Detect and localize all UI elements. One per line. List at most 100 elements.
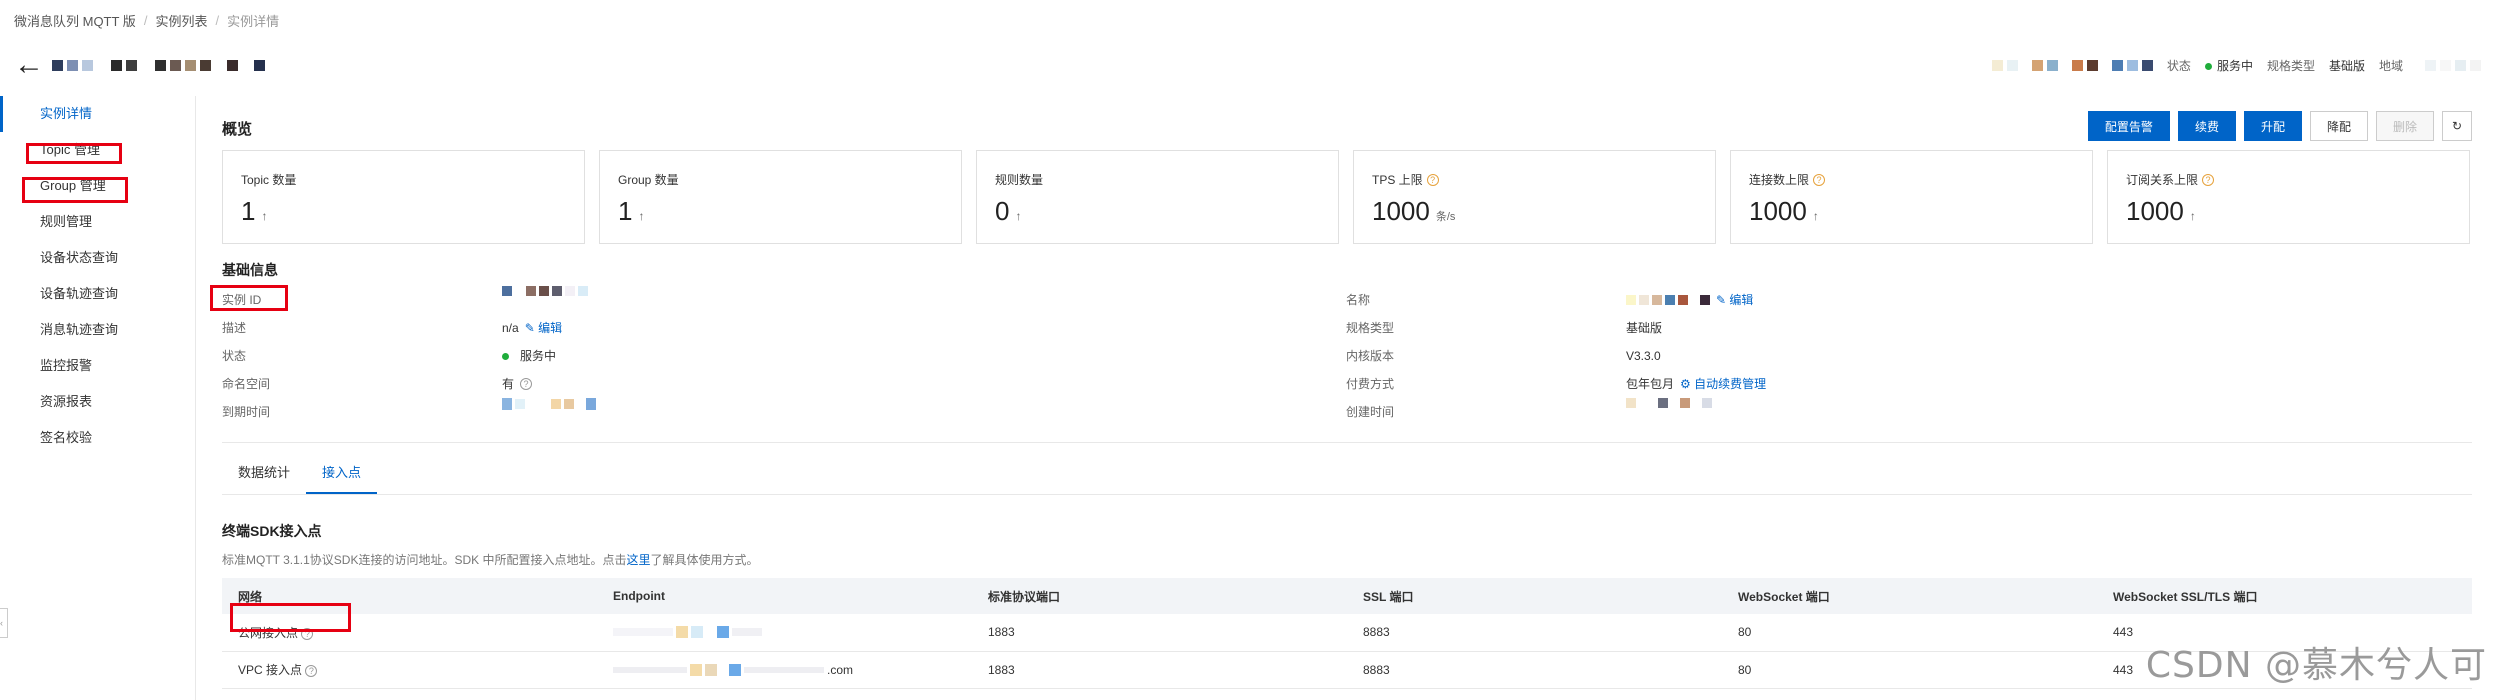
card-value: 1000 [2126, 196, 2184, 226]
card-connection-limit: 连接数上限? 1000 ↑ [1730, 150, 2093, 244]
masked-value [502, 286, 588, 296]
info-row: 状态 服务中 内核版本 V3.3.0 [222, 342, 2472, 370]
desc-value: n/a ✎ 编辑 [502, 314, 562, 342]
masked-value: .com [613, 663, 853, 677]
name-value: ✎ 编辑 [1626, 286, 1753, 314]
card-label: 规则数量 [995, 173, 1044, 187]
arrow-up-icon: ↑ [261, 209, 268, 223]
spec-type-value: 基础版 [1626, 321, 1663, 335]
help-icon[interactable]: ? [1813, 173, 1826, 186]
table-row: VPC 接入点 ? .com 1883 8883 80 443 [222, 651, 2472, 689]
card-label: 订阅关系上限 [2126, 173, 2199, 187]
created-label: 创建时间 [1346, 405, 1395, 419]
edit-desc-link[interactable]: ✎ 编辑 [525, 314, 562, 342]
configure-alarm-button[interactable]: 配置告警 [2087, 111, 2170, 141]
spec-type-label: 规格类型 [1346, 321, 1395, 335]
title-bar: ← 状态 服务中 规格类型 基础版 地域 [14, 48, 2481, 82]
name-label: 名称 [1346, 293, 1371, 307]
action-buttons: 配置告警 续费 升配 降配 删除 ↻ [2087, 111, 2472, 141]
table-row: 公网接入点 ? 1883 8883 80 443 [222, 614, 2472, 652]
payment-label: 付费方式 [1346, 377, 1395, 391]
network-cell: VPC 接入点 ? [222, 651, 597, 689]
namespace-value: 有? [502, 370, 533, 398]
ssl-port-cell: 8883 [1347, 651, 1722, 689]
docs-link[interactable]: 这里 [626, 553, 650, 567]
card-unit: 条/s [1435, 211, 1456, 223]
arrow-left-icon[interactable]: ← [14, 50, 44, 80]
title-meta: 状态 服务中 规格类型 基础版 地域 [1984, 57, 2481, 74]
help-icon[interactable]: ? [305, 665, 318, 677]
breadcrumb-item-product[interactable]: 微消息队列 MQTT 版 [14, 11, 136, 30]
basic-info: 实例 ID 名称 ✎ 编辑 描述 n/a ✎ 编辑 规格类型 基础版 状态 服务… [222, 286, 2472, 436]
tab-data-statistics[interactable]: 数据统计 [222, 451, 306, 494]
info-row: 到期时间 创建时间 [222, 398, 2472, 426]
sidebar-item-label: 消息轨迹查询 [40, 322, 119, 337]
sidebar-item-signature[interactable]: 签名校验 [0, 420, 195, 456]
highlight-box [230, 603, 351, 632]
breadcrumb-separator: / [143, 12, 148, 28]
breadcrumb-item-instance-list[interactable]: 实例列表 [155, 11, 207, 30]
spec-label: 规格类型 [2266, 58, 2315, 73]
region-masked [2425, 59, 2481, 71]
auto-renew-link[interactable]: ⚙ 自动续费管理 [1680, 370, 1766, 398]
highlight-box [22, 177, 128, 203]
instance-name-masked [52, 59, 265, 71]
expire-label: 到期时间 [222, 405, 271, 419]
col-ws-port: WebSocket 端口 [1722, 578, 2097, 614]
upgrade-button[interactable]: 升配 [2243, 111, 2302, 141]
card-value: 1000 [1749, 196, 1807, 226]
status-dot-icon [2204, 62, 2212, 70]
kernel-value: V3.3.0 [1626, 349, 1661, 363]
sidebar-item-instance-detail[interactable]: 实例详情 [0, 96, 195, 132]
delete-button[interactable]: 删除 [2375, 111, 2434, 141]
ws-port-cell: 80 [1722, 614, 2097, 652]
sidebar-item-device-status[interactable]: 设备状态查询 [0, 240, 195, 276]
overview-cards: Topic 数量 1 ↑ Group 数量 1 ↑ 规则数量 0 ↑ TPS 上限? … [222, 150, 2472, 244]
highlight-box [26, 143, 122, 164]
sidebar-item-resource-report[interactable]: 资源报表 [0, 384, 195, 420]
masked-info [1991, 59, 2153, 71]
downgrade-button[interactable]: 降配 [2309, 111, 2368, 141]
breadcrumb: 微消息队列 MQTT 版 / 实例列表 / 实例详情 [14, 10, 279, 30]
sidebar-item-label: 规则管理 [40, 214, 93, 229]
sdk-description: 标准MQTT 3.1.1协议SDK连接的访问地址。SDK 中所配置接入点地址。点… [222, 553, 759, 567]
sidebar-item-rules[interactable]: 规则管理 [0, 204, 195, 240]
tab-access-points[interactable]: 接入点 [306, 451, 378, 494]
help-icon[interactable]: ? [1426, 173, 1439, 186]
sidebar-item-device-trace[interactable]: 设备轨迹查询 [0, 276, 195, 312]
kernel-label: 内核版本 [1346, 349, 1395, 363]
sidebar-item-label: 资源报表 [40, 394, 93, 409]
arrow-up-icon: ↑ [2189, 209, 2196, 223]
renew-button[interactable]: 续费 [2177, 111, 2236, 141]
sidebar-item-label: 设备状态查询 [40, 250, 119, 265]
col-wss-port: WebSocket SSL/TLS 端口 [2097, 578, 2472, 614]
sdk-section-title: 终端SDK接入点 [222, 523, 322, 539]
status-value: 服务中 [502, 342, 556, 370]
ws-port-cell: 80 [1722, 651, 2097, 689]
masked-value [502, 398, 596, 410]
info-row: 实例 ID 名称 ✎ 编辑 [222, 286, 2472, 314]
sidebar-item-monitoring[interactable]: 监控报警 [0, 348, 195, 384]
std-port-cell: 1883 [972, 614, 1347, 652]
status-label: 状态 [222, 349, 247, 363]
refresh-icon[interactable]: ↻ [2442, 111, 2472, 141]
sidebar-collapse-handle[interactable]: ‹ [0, 608, 8, 638]
card-tps-limit: TPS 上限? 1000 条/s [1353, 150, 1716, 244]
col-std-port: 标准协议端口 [972, 578, 1347, 614]
region-label: 地域 [2378, 58, 2403, 73]
help-icon[interactable]: ? [2202, 173, 2215, 186]
edit-name-link[interactable]: ✎ 编辑 [1716, 286, 1753, 314]
expire-value [502, 398, 596, 410]
namespace-label: 命名空间 [222, 377, 271, 391]
basic-info-title: 基础信息 [222, 262, 278, 278]
endpoint-cell: .com [597, 651, 972, 689]
status-label: 状态 [2166, 58, 2191, 73]
arrow-up-icon: ↑ [1015, 209, 1022, 223]
help-icon[interactable]: ? [520, 378, 533, 390]
info-row: 描述 n/a ✎ 编辑 规格类型 基础版 [222, 314, 2472, 342]
endpoint-cell [597, 614, 972, 652]
card-label: TPS 上限 [1372, 173, 1423, 187]
arrow-up-icon: ↑ [638, 209, 645, 223]
col-ssl-port: SSL 端口 [1347, 578, 1722, 614]
sidebar-item-message-trace[interactable]: 消息轨迹查询 [0, 312, 195, 348]
